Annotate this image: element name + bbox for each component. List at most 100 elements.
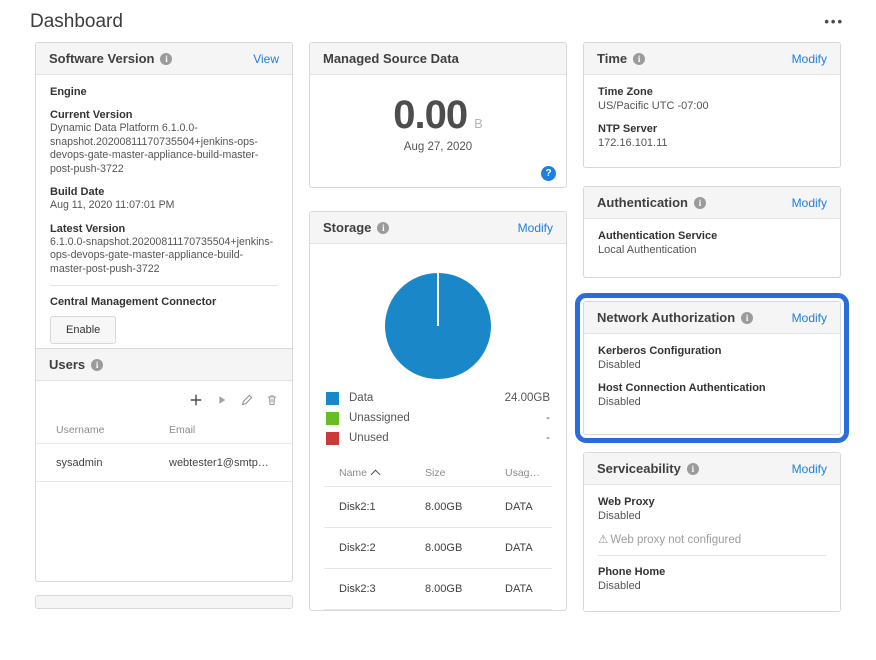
network-authorization-card: Network Authorization i Modify Kerberos … xyxy=(583,301,841,435)
card-title: Storage xyxy=(323,220,371,235)
disks-table: Name Size Usag… Disk2:1 8.00GB DATA Disk… xyxy=(324,460,552,650)
authentication-card-header: Authentication i Modify xyxy=(584,187,840,219)
authentication-service-label: Authentication Service xyxy=(598,229,826,243)
software-version-card: Software Version i View Engine Current V… xyxy=(35,42,293,355)
network-authorization-card-header: Network Authorization i Modify xyxy=(584,302,840,334)
info-icon[interactable]: i xyxy=(377,222,389,234)
add-user-button[interactable] xyxy=(189,393,203,407)
time-card-header: Time i Modify xyxy=(584,43,840,75)
usage-column-header[interactable]: Usag… xyxy=(505,467,552,479)
engine-label: Engine xyxy=(50,85,278,99)
managed-data-date: Aug 27, 2020 xyxy=(324,141,552,153)
table-row[interactable]: sysadmin webtester1@smtp… xyxy=(36,443,292,482)
page-title: Dashboard xyxy=(30,11,123,33)
divider xyxy=(598,555,826,556)
info-icon[interactable]: i xyxy=(694,197,706,209)
data-swatch xyxy=(326,392,339,405)
storage-card: Storage i Modify Data 24.00GB Unassigned… xyxy=(309,211,567,611)
table-row xyxy=(324,609,552,650)
authentication-card: Authentication i Modify Authentication S… xyxy=(583,186,841,278)
latest-version-value: 6.1.0.0-snapshot.20200811170735504+jenki… xyxy=(50,236,278,277)
legend-item-unused: Unused - xyxy=(326,428,550,448)
pie-slice-boundary xyxy=(437,273,439,326)
build-date-value: Aug 11, 2020 11:07:01 PM xyxy=(50,199,278,213)
sort-ascending-icon xyxy=(371,469,381,479)
card-title: Network Authorization xyxy=(597,310,735,325)
storage-legend: Data 24.00GB Unassigned - Unused - xyxy=(324,388,552,448)
info-icon[interactable]: i xyxy=(91,359,103,371)
plus-icon xyxy=(189,393,203,407)
managed-data-unit: B xyxy=(474,116,483,131)
card-title: Authentication xyxy=(597,195,688,210)
current-version-value: Dynamic Data Platform 6.1.0.0-snapshot.2… xyxy=(50,122,278,176)
divider xyxy=(50,285,278,286)
serviceability-card-header: Serviceability i Modify xyxy=(584,453,840,485)
disks-table-header: Name Size Usag… xyxy=(324,460,552,486)
unused-swatch xyxy=(326,432,339,445)
web-proxy-warning: ⚠Web proxy not configured xyxy=(598,532,826,546)
modify-link[interactable]: Modify xyxy=(792,311,827,325)
web-proxy-value: Disabled xyxy=(598,509,826,523)
software-version-card-header: Software Version i View xyxy=(36,43,292,75)
card-title: Managed Source Data xyxy=(323,51,459,66)
modify-link[interactable]: Modify xyxy=(518,221,553,235)
phone-home-value: Disabled xyxy=(598,579,826,593)
web-proxy-label: Web Proxy xyxy=(598,495,826,509)
time-card: Time i Modify Time Zone US/Pacific UTC -… xyxy=(583,42,841,168)
launch-user-button[interactable] xyxy=(216,393,228,407)
build-date-label: Build Date xyxy=(50,185,278,199)
card-title: Time xyxy=(597,51,627,66)
table-row[interactable]: Disk2:1 8.00GB DATA xyxy=(324,486,552,527)
users-table-header: Username Email xyxy=(36,417,292,443)
enable-button[interactable]: Enable xyxy=(50,316,116,344)
info-icon[interactable]: i xyxy=(633,53,645,65)
size-column-header[interactable]: Size xyxy=(425,467,505,479)
email-cell: webtester1@smtp… xyxy=(169,457,278,469)
card-title: Software Version xyxy=(49,51,154,66)
ntp-server-value: 172.16.101.11 xyxy=(598,136,826,150)
trash-icon xyxy=(266,394,278,406)
kerberos-configuration-value: Disabled xyxy=(598,358,826,372)
card-title: Serviceability xyxy=(597,461,681,476)
users-toolbar xyxy=(36,381,292,413)
modify-link[interactable]: Modify xyxy=(792,462,827,476)
ntp-server-label: NTP Server xyxy=(598,122,826,136)
users-card: Users i Username Email sysadmin webteste… xyxy=(35,348,293,582)
storage-card-header: Storage i Modify xyxy=(310,212,566,244)
table-row[interactable]: Disk2:2 8.00GB DATA xyxy=(324,527,552,568)
legend-item-data: Data 24.00GB xyxy=(326,388,550,408)
warning-icon: ⚠ xyxy=(598,534,608,546)
unassigned-swatch xyxy=(326,412,339,425)
card-title: Users xyxy=(49,357,85,372)
play-icon xyxy=(216,394,228,406)
pencil-icon xyxy=(241,394,253,406)
kerberos-configuration-label: Kerberos Configuration xyxy=(598,344,826,358)
name-column-header[interactable]: Name xyxy=(339,467,425,479)
info-icon[interactable]: i xyxy=(687,463,699,475)
more-options-button[interactable]: ••• xyxy=(822,10,846,33)
users-card-header: Users i xyxy=(36,349,292,381)
authentication-service-value: Local Authentication xyxy=(598,243,826,257)
info-icon[interactable]: i xyxy=(741,312,753,324)
storage-pie-chart xyxy=(385,273,491,379)
managed-data-value: 0.00 xyxy=(393,95,467,135)
host-connection-authentication-label: Host Connection Authentication xyxy=(598,381,826,395)
partial-card xyxy=(35,595,293,609)
view-link[interactable]: View xyxy=(253,52,279,66)
email-column-header[interactable]: Email xyxy=(169,424,278,436)
time-zone-label: Time Zone xyxy=(598,85,826,99)
managed-source-data-card-header: Managed Source Data xyxy=(310,43,566,75)
page-header: Dashboard ••• xyxy=(30,10,846,33)
latest-version-label: Latest Version xyxy=(50,222,278,236)
managed-source-data-card: Managed Source Data 0.00 B Aug 27, 2020 … xyxy=(309,42,567,188)
help-icon[interactable]: ? xyxy=(541,166,556,181)
modify-link[interactable]: Modify xyxy=(792,196,827,210)
info-icon[interactable]: i xyxy=(160,53,172,65)
edit-user-button[interactable] xyxy=(241,393,253,407)
modify-link[interactable]: Modify xyxy=(792,52,827,66)
time-zone-value: US/Pacific UTC -07:00 xyxy=(598,99,826,113)
current-version-label: Current Version xyxy=(50,108,278,122)
username-column-header[interactable]: Username xyxy=(56,424,169,436)
delete-user-button[interactable] xyxy=(266,393,278,407)
table-row[interactable]: Disk2:3 8.00GB DATA xyxy=(324,568,552,609)
